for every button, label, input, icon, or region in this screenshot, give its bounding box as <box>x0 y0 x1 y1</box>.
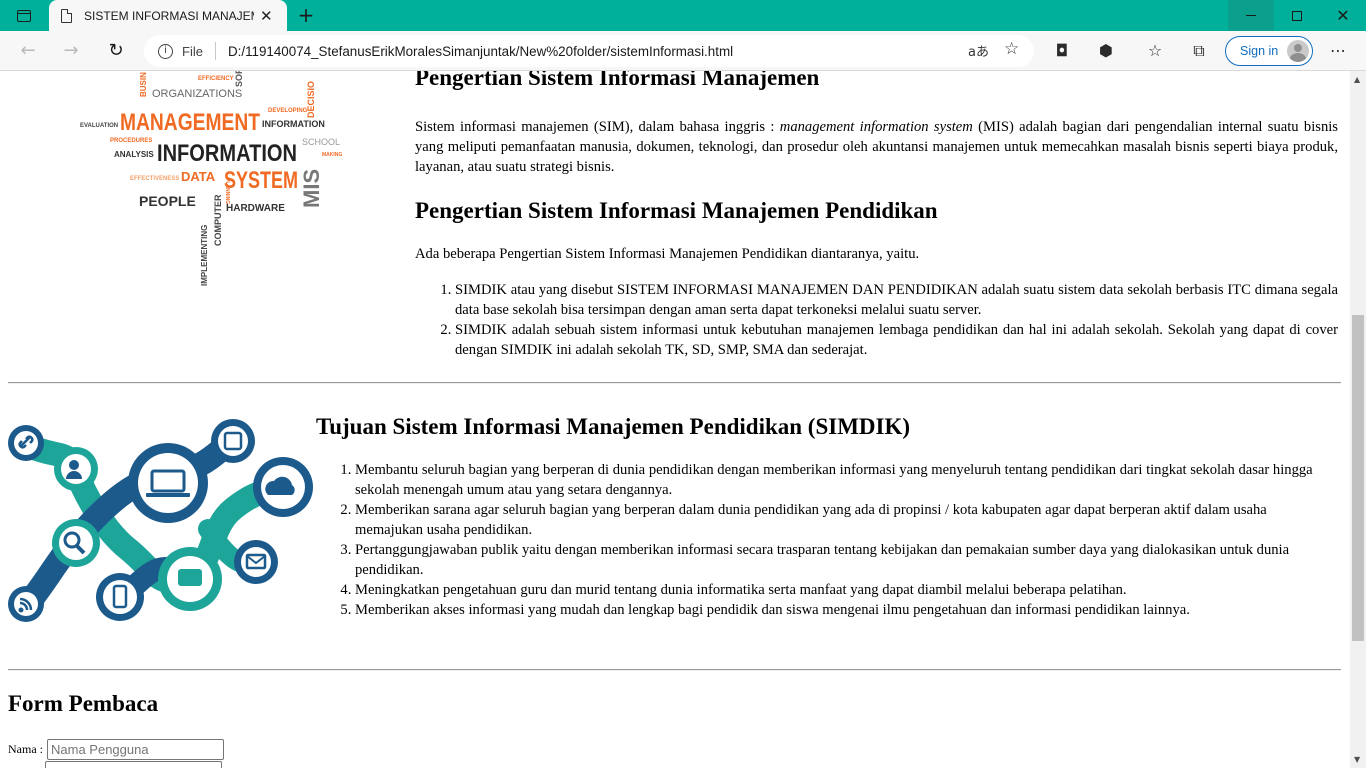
favorites-icon[interactable]: ☆ <box>1143 40 1167 62</box>
wc-organizations: ORGANIZATIONS <box>152 88 242 100</box>
list-item: SIMDIK adalah sebuah sistem informasi un… <box>455 320 1338 360</box>
url-text[interactable]: D:/119140074_StefanusErikMoralesSimanjun… <box>228 44 733 59</box>
list-item: Membantu seluruh bagian yang berperan di… <box>355 460 1336 500</box>
extensions-puzzle-icon[interactable]: ⬢ <box>1094 40 1118 62</box>
divider <box>8 382 1341 384</box>
wc-computer: COMPUTER <box>213 194 223 246</box>
paragraph-sim-definition: Sistem informasi manajemen (SIM), dalam … <box>415 117 1338 177</box>
tab-actions-icon <box>17 10 31 22</box>
wc-information-small: INFORMATION <box>262 119 325 129</box>
wc-hardware: HARDWARE <box>226 203 285 214</box>
title-bar: SISTEM INFORMASI MANAJEMEN ✕ + ✕ <box>0 0 1366 31</box>
wc-analysis: ANALYSIS <box>114 150 154 159</box>
wc-effectiveness: EFFECTIVENESS <box>130 176 179 182</box>
mis-word-cloud-image: BUSIN EFFICIENCY SOFTW DECISIO ORGANIZAT… <box>80 71 342 286</box>
page-icon <box>61 8 72 23</box>
list-item: Memberikan akses informasi yang mudah da… <box>355 600 1336 620</box>
maximize-button[interactable] <box>1274 0 1320 31</box>
new-tab-button[interactable]: + <box>294 3 318 27</box>
sim-text-start: Sistem informasi manajemen (SIM), dalam … <box>415 119 780 135</box>
paragraph-simdik-intro: Ada beberapa Pengertian Sistem Informasi… <box>415 246 920 262</box>
wc-implementing: IMPLEMENTING <box>200 225 209 286</box>
tab-close-icon[interactable]: ✕ <box>260 7 273 25</box>
back-button[interactable]: ← <box>14 38 42 64</box>
info-icon[interactable]: i <box>158 43 173 59</box>
simdik-goals-list: Membantu seluruh bagian yang berperan di… <box>316 460 1336 620</box>
section-simdik-goals: Tujuan Sistem Informasi Manajemen Pendid… <box>316 414 1336 620</box>
heading-sim-definition: Pengertian Sistem Informasi Manajemen <box>415 71 820 90</box>
browser-toolbar: ← → ↻ i File D:/119140074_StefanusErikMo… <box>0 31 1366 71</box>
wc-decisions: DECISIO <box>306 81 316 118</box>
tab-title: SISTEM INFORMASI MANAJEMEN <box>84 8 254 23</box>
more-menu-icon[interactable]: ⋯ <box>1326 40 1350 62</box>
list-item: SIMDIK atau yang disebut SISTEM INFORMAS… <box>455 280 1338 320</box>
wc-business: BUSIN <box>139 72 148 97</box>
wc-developing: DEVELOPING <box>268 108 308 114</box>
wc-school: SCHOOL <box>302 137 340 147</box>
scrollbar-thumb[interactable] <box>1352 315 1364 641</box>
name-label: Nama : <box>8 742 43 756</box>
wc-making: MAKING <box>322 152 342 158</box>
wc-software: SOFTW <box>234 71 244 87</box>
address-bar[interactable]: i File D:/119140074_StefanusErikMoralesS… <box>144 35 1034 67</box>
simdik-definition-list: SIMDIK atau yang disebut SISTEM INFORMAS… <box>415 280 1338 360</box>
wc-system: SYSTEM <box>224 167 298 194</box>
form-title: Form Pembaca <box>8 691 159 716</box>
wc-management: MANAGEMENT <box>120 109 260 136</box>
education-network-image <box>8 419 313 622</box>
heading-simdik-goals: Tujuan Sistem Informasi Manajemen Pendid… <box>316 414 911 439</box>
scroll-down-icon[interactable]: ▼ <box>1354 755 1360 764</box>
extensions-game-icon[interactable]: ◘ <box>1050 40 1074 62</box>
page-viewport: BUSIN EFFICIENCY SOFTW DECISIO ORGANIZAT… <box>0 71 1350 768</box>
wc-evaluation: EVALUATION <box>80 123 118 129</box>
tab-actions-button[interactable] <box>8 6 40 26</box>
add-favorite-icon[interactable]: ☆ <box>1004 39 1019 59</box>
list-item: Meningkatkan pengetahuan guru dan murid … <box>355 580 1336 600</box>
wc-procedures: PROCEDURES <box>110 138 152 144</box>
name-input[interactable] <box>47 739 224 760</box>
wc-mis: MIS <box>299 169 324 208</box>
wc-people: PEOPLE <box>139 193 196 209</box>
avatar-icon <box>1287 40 1310 62</box>
read-aloud-icon[interactable]: aあ <box>968 41 989 60</box>
address-scheme-label: File <box>182 43 203 59</box>
list-item: Pertanggungjawaban publik yaitu dengan m… <box>355 540 1336 580</box>
minimize-button[interactable] <box>1228 0 1274 31</box>
address-divider <box>214 42 216 60</box>
sign-in-label: Sign in <box>1240 44 1279 58</box>
sign-in-button[interactable]: Sign in <box>1225 36 1313 66</box>
reload-button[interactable]: ↻ <box>102 38 130 64</box>
wc-data: DATA <box>181 169 216 184</box>
section-sim-definition: Pengertian Sistem Informasi Manajemen Si… <box>415 71 1338 360</box>
divider <box>8 669 1341 671</box>
scroll-up-icon[interactable]: ▲ <box>1354 75 1360 84</box>
browser-tab-active[interactable]: SISTEM INFORMASI MANAJEMEN ✕ <box>49 0 287 31</box>
wc-information: INFORMATION <box>157 140 297 167</box>
close-window-button[interactable]: ✕ <box>1320 0 1366 31</box>
page-scrollbar[interactable]: ▲ ▼ <box>1350 71 1366 768</box>
maximize-icon <box>1292 10 1302 21</box>
heading-simdik-definition: Pengertian Sistem Informasi Manajemen Pe… <box>415 198 938 223</box>
next-form-field[interactable] <box>45 761 222 768</box>
collections-icon[interactable]: ⧉ <box>1187 40 1211 62</box>
list-item: Memberikan sarana agar seluruh bagian ya… <box>355 500 1336 540</box>
name-form-row: Nama : <box>8 739 224 760</box>
sim-text-italic: management information system <box>779 119 973 135</box>
forward-button[interactable]: → <box>57 38 85 64</box>
minimize-icon <box>1246 15 1256 16</box>
wc-efficiency: EFFICIENCY <box>198 76 234 82</box>
